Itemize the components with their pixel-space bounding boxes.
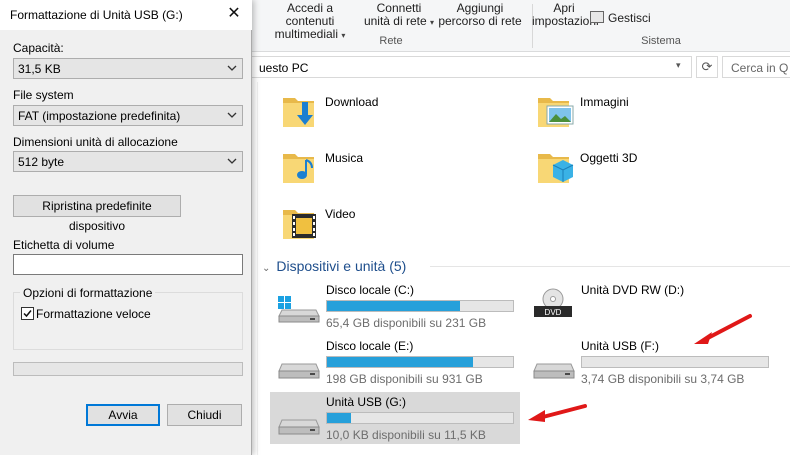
drive-name: Unità DVD RW (D:): [581, 283, 685, 297]
filesystem-label: File system: [13, 88, 74, 102]
red-arrow-annotation-f: [694, 314, 752, 344]
capacity-value: 31,5 KB: [18, 62, 61, 76]
format-options-group: [13, 292, 243, 350]
drive-usage-fill: [327, 357, 474, 367]
drive-free-space: 3,74 GB disponibili su 3,74 GB: [581, 372, 745, 386]
drive-usage-bar: [326, 412, 514, 424]
volume-label-input[interactable]: [13, 254, 243, 275]
drive-usage-bar: [326, 356, 514, 368]
red-arrow-annotation-g: [528, 404, 587, 422]
restore-defaults-button[interactable]: Ripristina predefinite dispositivo: [13, 195, 181, 233]
drive-name: Disco locale (E:): [326, 339, 414, 353]
usb-drive-icon: [533, 363, 575, 379]
dialog-title-bar[interactable]: Formattazione di Unità USB (G:) ✕: [0, 0, 252, 30]
music-folder-icon: [283, 154, 314, 183]
drive-c[interactable]: Disco locale (C:) 65,4 GB disponibili su…: [270, 280, 520, 332]
start-button[interactable]: Avvia: [86, 404, 160, 426]
ribbon-group-rete: Rete: [379, 35, 403, 47]
address-path: uesto PC: [259, 61, 309, 75]
address-row: uesto PC ▾ ⟳ Cerca in Q: [250, 56, 790, 80]
devices-section-title: Dispositivi e unità (5): [276, 258, 407, 274]
folder-musica[interactable]: Musica: [280, 146, 500, 194]
drive-usage-fill: [327, 301, 461, 311]
dvd-badge: DVD: [545, 308, 562, 317]
video-folder-icon: [283, 210, 316, 239]
close-button[interactable]: Chiudi: [167, 404, 242, 426]
dialog-title: Formattazione di Unità USB (G:): [10, 8, 183, 22]
hard-drive-icon: [278, 363, 320, 379]
open-settings-button[interactable]: Apri impostazioni: [532, 2, 599, 28]
dvd-drive-icon: DVD: [534, 288, 572, 317]
folder-video[interactable]: Video: [280, 202, 500, 250]
format-options-legend: Opzioni di formattazione: [20, 286, 156, 300]
refresh-icon[interactable]: ⟳: [696, 56, 718, 78]
search-input[interactable]: Cerca in Q: [722, 56, 790, 78]
download-folder-icon: [283, 98, 314, 127]
drive-usage-fill: [327, 413, 352, 423]
quick-format-checkbox[interactable]: [21, 307, 34, 320]
access-media-label-1: Accedi a contenuti: [285, 1, 335, 28]
drive-name: Unità USB (F:): [581, 339, 660, 353]
folder-immagini[interactable]: Immagini: [535, 90, 755, 138]
manage-icon: [590, 11, 604, 23]
close-icon[interactable]: ✕: [222, 3, 246, 27]
allocation-select[interactable]: 512 byte: [13, 151, 243, 172]
address-bar[interactable]: uesto PC ▾: [250, 56, 692, 78]
capacity-label: Capacità:: [13, 41, 64, 55]
folder-label: Oggetti 3D: [580, 151, 638, 165]
folder-download[interactable]: Download: [280, 90, 500, 138]
drive-e[interactable]: Disco locale (E:) 198 GB disponibili su …: [270, 336, 520, 388]
drive-name: Unità USB (G:): [326, 395, 407, 409]
3d-objects-folder-icon: [538, 154, 574, 183]
add-location-label-2: percorso di rete: [438, 14, 522, 28]
chevron-down-icon: [227, 112, 237, 118]
filesystem-value: FAT (impostazione predefinita): [18, 109, 181, 123]
folder-label: Download: [325, 95, 379, 109]
map-drive-label-2: unità di rete: [363, 14, 427, 28]
ribbon-group-sistema: Sistema: [641, 35, 681, 47]
folder-oggetti-3d[interactable]: Oggetti 3D: [535, 146, 755, 194]
usb-drive-icon: [278, 419, 320, 435]
allocation-value: 512 byte: [18, 155, 65, 169]
section-divider: [430, 266, 790, 267]
search-placeholder: Cerca in Q: [731, 61, 789, 75]
drive-usage-bar: [581, 356, 769, 368]
chevron-down-icon: [227, 158, 237, 164]
drive-usage-bar: [326, 300, 514, 312]
volume-label-label: Etichetta di volume: [13, 238, 115, 252]
chevron-down-icon: ⌄: [262, 263, 271, 274]
map-network-drive-button[interactable]: Connetti unità di rete ▾: [362, 2, 436, 29]
checkmark-icon: [23, 310, 32, 318]
drive-free-space: 10,0 KB disponibili su 11,5 KB: [326, 428, 486, 442]
dropdown-caret-icon: ▾: [430, 18, 435, 27]
quick-format-label[interactable]: Formattazione veloce: [36, 307, 151, 321]
windows-drive-icon: [278, 296, 320, 323]
drive-free-space: 65,4 GB disponibili su 231 GB: [326, 316, 487, 330]
folder-label: Musica: [325, 151, 364, 165]
devices-section-header[interactable]: ⌄ Dispositivi e unità (5): [262, 258, 406, 274]
format-dialog: Formattazione di Unità USB (G:) ✕ Capaci…: [0, 0, 252, 455]
drive-free-space: 198 GB disponibili su 931 GB: [326, 372, 483, 386]
add-network-location-button[interactable]: Aggiungi percorso di rete: [438, 2, 522, 28]
filesystem-select[interactable]: FAT (impostazione predefinita): [13, 105, 243, 126]
settings-label-2: impostazioni: [532, 14, 599, 28]
ribbon: Accedi a contenuti multimediali ▾ Connet…: [250, 0, 790, 52]
chevron-down-icon: [227, 65, 237, 71]
format-progress-bar: [13, 362, 243, 376]
folder-label: Video: [325, 207, 356, 221]
allocation-label: Dimensioni unità di allocazione: [13, 135, 178, 149]
drive-usb-g[interactable]: Unità USB (G:) 10,0 KB disponibili su 11…: [270, 392, 520, 444]
pictures-folder-icon: [538, 98, 574, 127]
chevron-down-icon[interactable]: ▾: [676, 60, 681, 71]
manage-button[interactable]: Gestisci: [608, 11, 651, 25]
drive-name: Disco locale (C:): [326, 283, 415, 297]
capacity-select[interactable]: 31,5 KB: [13, 58, 243, 79]
folder-label: Immagini: [580, 95, 629, 109]
